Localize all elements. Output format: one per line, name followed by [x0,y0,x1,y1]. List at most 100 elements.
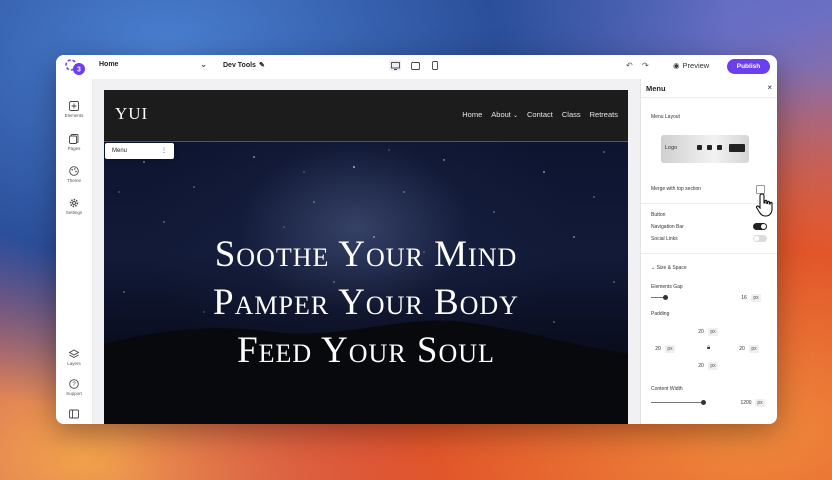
padding-left-input[interactable]: 20 px [651,345,675,353]
nav-link-retreats[interactable]: Retreats [590,110,618,119]
sidebar-item-settings[interactable]: Settings [56,198,92,215]
sidebar-item-support[interactable]: ? Support [56,379,92,396]
sidebar-item-label: Theme [66,178,81,183]
nav-link-about[interactable]: About ⌄ [491,110,518,119]
collapse-sidebar-button[interactable] [56,409,92,421]
panel-header: Menu × [641,79,777,98]
selected-element-label: Menu [112,148,128,154]
sidebar-item-elements[interactable]: Elements [56,101,92,118]
nav-link-home[interactable]: Home [462,110,482,119]
content-width-value: 1200 [740,400,752,406]
site-brand-logo[interactable]: YUI [115,104,148,124]
pencil-icon: ✎ [258,62,265,69]
unit-label: px [665,345,675,353]
device-switcher [389,60,441,71]
app-logo[interactable]: 3 [64,58,88,76]
sidebar-item-label: Layers [67,361,81,366]
more-options-icon[interactable]: ⋮ [161,143,167,159]
sidebar-item-theme[interactable]: Theme [56,166,92,183]
sidebar-item-label: Pages [67,146,81,151]
social-links-toggle[interactable] [753,235,767,242]
site-nav-links: Home About ⌄ Contact Class Retreats [462,110,618,119]
desktop-icon [390,61,400,70]
unit-label: px [755,399,765,407]
preview-button[interactable]: ◉ Preview [673,61,709,70]
help-icon: ? [69,379,79,389]
palette-icon [69,166,79,176]
logo-badge: 3 [77,67,81,74]
hero-line-2: Pamper Your Body [213,282,519,323]
website-preview: Soothe Your Mind Pamper Your Body Feed Y… [104,90,628,424]
redo-icon[interactable]: ↷ [642,61,649,70]
sidebar-item-label: Elements [64,113,84,118]
close-icon[interactable]: × [767,83,772,92]
publish-button[interactable]: Publish [727,59,770,74]
left-sidebar: Elements Pages Theme Settings Layers ? S… [56,79,93,424]
page-selector-label: Home [99,61,119,68]
layout-button [729,144,745,152]
gear-icon [69,198,79,208]
elements-gap-label: Elements Gap [651,284,683,290]
elements-gap-input[interactable]: 16 px [737,294,761,302]
app-window: 3 Home ⌄ Dev Tools ✎ ↶ ↷ ◉ Preview Publish [56,55,777,424]
elements-gap-slider[interactable] [651,295,668,300]
nav-link-about-label: About [491,110,511,119]
padding-top-input[interactable]: 20 px [694,328,718,336]
divider [641,253,777,254]
preview-label: Preview [682,61,710,70]
nav-link-contact[interactable]: Contact [527,110,553,119]
sidebar-item-pages[interactable]: Pages [56,134,92,151]
padding-bottom-input[interactable]: 20 px [694,362,718,370]
sidebar-item-layers[interactable]: Layers [56,349,92,366]
layers-icon [69,349,79,359]
content-width-label: Content Width [651,386,683,392]
eye-icon: ◉ [673,61,680,70]
unit-label: px [749,345,759,353]
unit-label: px [708,362,718,370]
pages-icon [69,134,79,144]
chevron-down-icon: ⌄ [651,265,656,271]
navigation-bar-toggle[interactable] [753,223,767,230]
divider [641,97,777,98]
plus-icon [69,101,79,111]
social-links-label: Social Links [651,236,678,242]
chevron-down-icon: ⌄ [512,113,519,119]
navigation-bar-label: Navigation Bar [651,224,684,230]
mobile-icon [432,61,438,70]
hero-line-1: Soothe Your Mind [214,234,518,275]
size-space-section[interactable]: ⌄ Size & Space [651,265,687,271]
content-width-input[interactable]: 1200 px [737,399,765,407]
panel-title: Menu [646,84,666,93]
padding-bottom-value: 20 [698,363,704,369]
dev-tools-button[interactable]: Dev Tools ✎ [223,61,265,69]
padding-top-value: 20 [698,329,704,335]
button-label: Button [651,212,666,218]
padding-label: Padding [651,311,670,317]
hero-heading: Soothe Your Mind Pamper Your Body Feed Y… [104,231,628,375]
menu-layout-picker[interactable]: Logo [661,135,749,163]
layout-menu-item [717,145,722,150]
properties-panel: Menu × Menu Layout Logo Merge with top s… [640,79,777,424]
tablet-view-button[interactable] [409,60,421,71]
mobile-view-button[interactable] [429,60,441,71]
menu-layout-label: Menu Layout [651,114,680,120]
site-navigation-bar[interactable]: YUI Home About ⌄ Contact Class Retreats [104,90,628,142]
layout-menu-item [697,145,702,150]
layout-logo-label: Logo [665,145,678,151]
desktop-view-button[interactable] [389,60,401,71]
selected-element-tag[interactable]: Menu ⋮ [105,143,174,159]
page-selector[interactable]: Home ⌄ [99,60,207,69]
lock-icon[interactable]: 🔒︎ [707,345,710,352]
undo-icon[interactable]: ↶ [626,61,633,70]
size-space-label: Size & Space [656,265,687,271]
editor-canvas: Soothe Your Mind Pamper Your Body Feed Y… [93,79,696,424]
padding-right-input[interactable]: 20 px [735,345,759,353]
dev-tools-label: Dev Tools [223,62,256,69]
content-width-slider[interactable] [651,400,706,405]
hero-section[interactable]: Soothe Your Mind Pamper Your Body Feed Y… [104,142,628,424]
unit-label: px [708,328,718,336]
hero-line-3: Feed Your Soul [237,330,495,371]
nav-link-class[interactable]: Class [562,110,581,119]
padding-left-value: 20 [655,346,661,352]
unit-label: px [751,294,761,302]
